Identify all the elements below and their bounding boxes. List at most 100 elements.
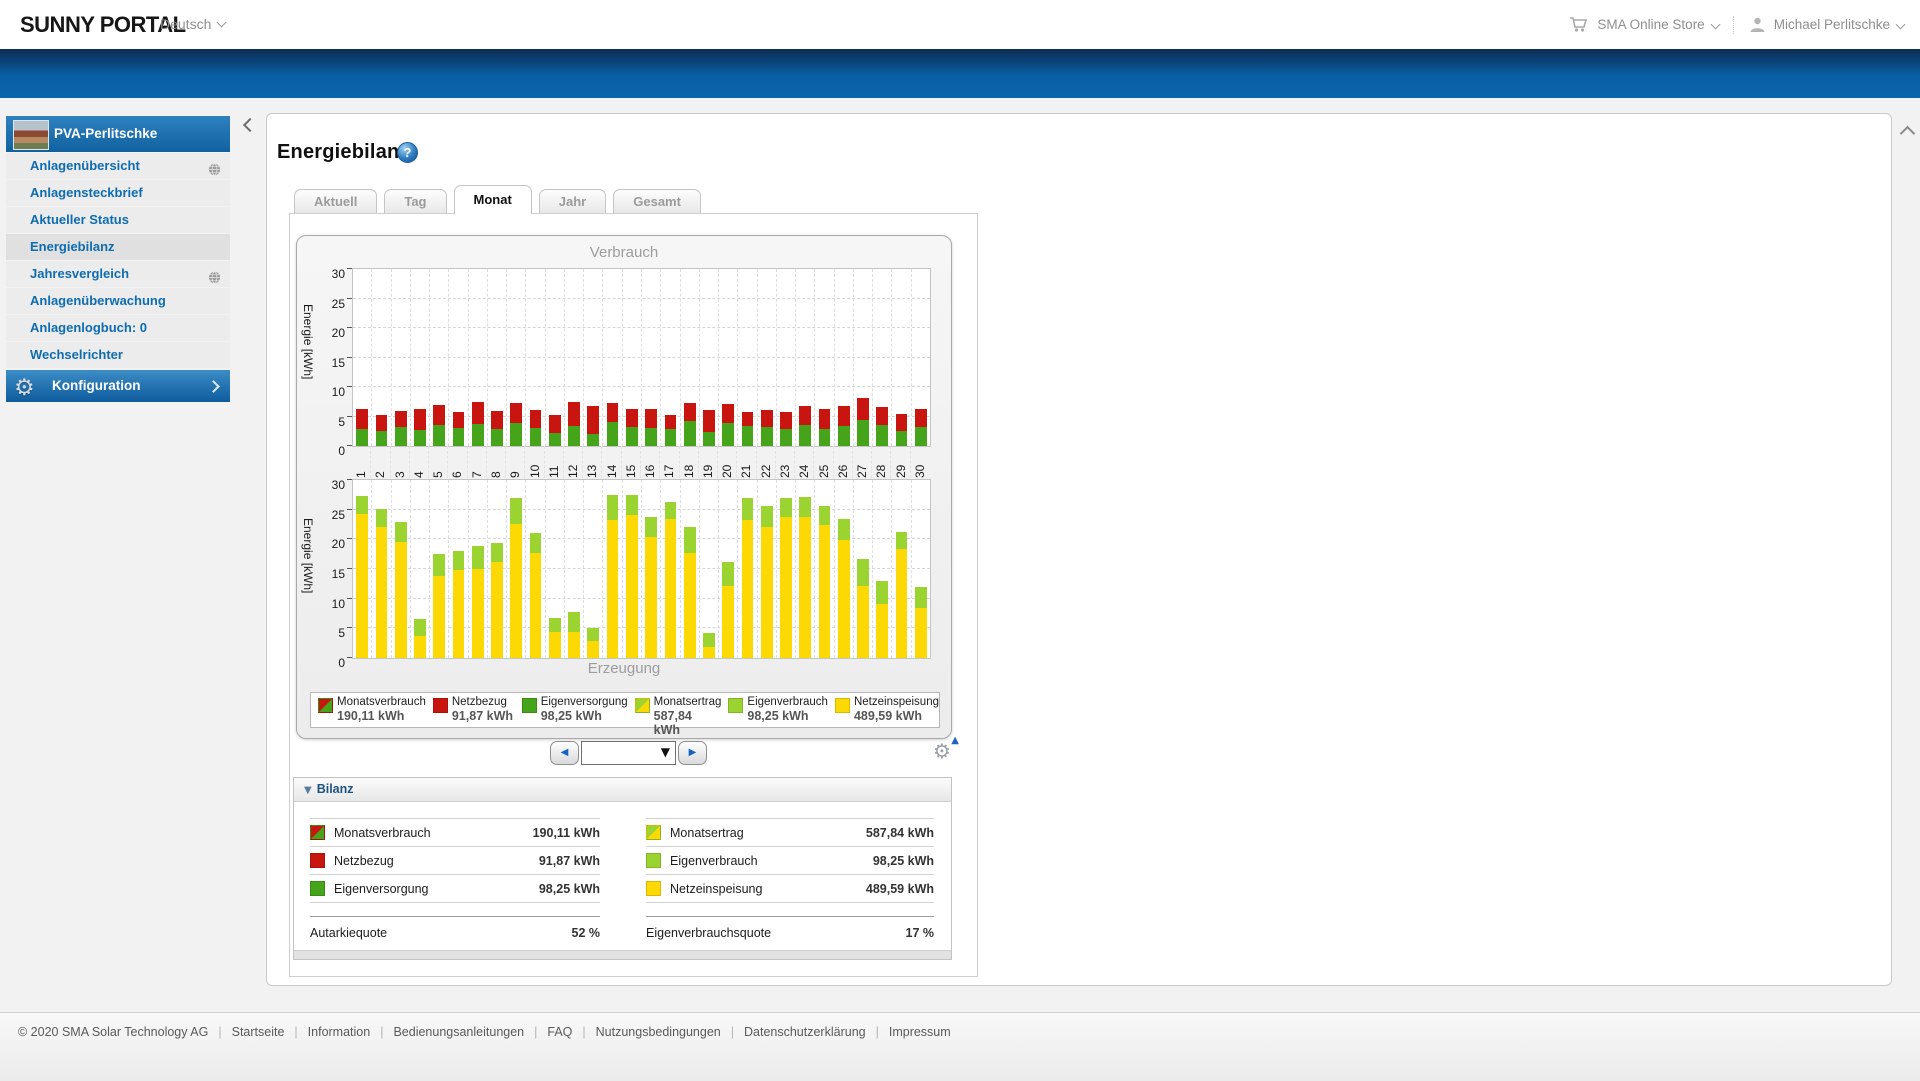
sidebar-item-energiebilanz[interactable]: Energiebilanz [6,234,230,260]
bar-segment-netzbezug [453,412,465,428]
footer-link-faq[interactable]: FAQ [547,1025,572,1039]
stacked-bar [876,269,888,446]
previous-month-button[interactable]: ◀ [550,741,579,765]
collapse-sidebar-button[interactable] [240,116,258,134]
bilanz-row-label: Monatsverbrauch [334,826,533,840]
help-icon[interactable]: ? [397,142,418,163]
footer-copyright: © 2020 SMA Solar Technology AG [18,1025,208,1039]
bar-segment-netzeinspeisung [799,517,811,658]
bilanz-row-netzeinspeisung: Netzeinspeisung489,59 kWh [646,875,934,903]
stacked-bar [876,480,888,658]
bar-segment-eigenverbrauch [587,628,599,640]
language-selector[interactable]: Deutsch [160,16,225,32]
tab-monat[interactable]: Monat [454,185,532,214]
next-month-button[interactable]: ▶ [678,741,707,765]
legend-value: 91,87 kWh [452,709,515,723]
stacked-bar [684,480,696,658]
day-slot [622,480,641,658]
y-tick-label: 0 [307,444,345,458]
arrow-up-icon: ▲ [951,735,959,746]
footer-link-impressum[interactable]: Impressum [889,1025,951,1039]
bar-segment-netzbezug [915,409,927,427]
collapse-triangle-icon: ▼ [304,779,312,802]
bilanz-row-label: Netzbezug [334,854,539,868]
bar-segment-eigenversorgung [395,427,407,446]
bilanz-color-icon [310,881,325,896]
x-tick-label: 25 [817,449,831,478]
top-right-menu: SMA Online Store Michael Perlitschke [1569,0,1904,49]
legend-label: Eigenversorgung [541,696,628,708]
sidebar-item-anlagen-bersicht[interactable]: Anlagenübersicht [6,153,230,179]
footer-link-nutzungsbedingungen[interactable]: Nutzungsbedingungen [596,1025,721,1039]
footer-link-information[interactable]: Information [308,1025,371,1039]
day-slot [391,480,410,658]
y-tick-mark [347,327,352,328]
content-card: Energiebilanz ? AktuellTagMonatJahrGesam… [266,113,1892,986]
user-menu[interactable]: Michael Perlitschke [1749,16,1904,33]
day-slot [602,480,621,658]
bar-segment-netzeinspeisung [414,636,426,658]
day-slot [699,269,718,446]
sma-online-store-link[interactable]: SMA Online Store [1569,16,1718,33]
footer-link-datenschutzerkl-rung[interactable]: Datenschutzerklärung [744,1025,866,1039]
x-tick-label: 27 [855,449,869,478]
stacked-bar [414,269,426,446]
day-slot [410,269,429,446]
day-slot [545,480,564,658]
sidebar-item-label: Wechselrichter [30,347,123,362]
bar-segment-netzeinspeisung [838,540,850,658]
footer-link-bedienungsanleitungen[interactable]: Bedienungsanleitungen [393,1025,524,1039]
bar-segment-eigenverbrauch [645,517,657,537]
bar-segment-eigenverbrauch [761,506,773,527]
legend-label: Eigenverbrauch [747,696,828,708]
x-tick-cell: 10 [524,446,543,478]
chevron-down-icon [1710,20,1720,30]
sidebar-item-anlagen-berwachung[interactable]: Anlagenüberwachung [6,288,230,314]
plant-header[interactable]: PVA-Perlitschke [6,116,230,152]
bar-segment-eigenversorgung [491,429,503,446]
bar-segment-netzbezug [703,410,715,432]
bar-segment-netzbezug [510,403,522,423]
language-label: Deutsch [160,16,211,32]
tab-aktuell[interactable]: Aktuell [294,189,377,214]
sidebar-item-label: Jahresvergleich [30,266,129,281]
sidebar-item-jahresvergleich[interactable]: Jahresvergleich [6,261,230,287]
bar-segment-eigenversorgung [799,425,811,446]
tab-tag[interactable]: Tag [384,189,446,214]
x-tick-label: 4 [412,449,426,478]
day-slot [872,269,891,446]
erzeugung-plot: 051015202530 [352,479,931,659]
bars-layer [353,480,930,658]
stacked-bar [626,480,638,658]
bar-segment-eigenversorgung [645,428,657,446]
x-tick-label: 13 [585,449,599,478]
sidebar-item-anlagenlogbuch-0[interactable]: Anlagenlogbuch: 0 [6,315,230,341]
sidebar-item-konfiguration[interactable]: ⚙ Konfiguration [6,370,230,402]
day-slot [641,480,660,658]
y-tick-mark [347,386,352,387]
bilanz-color-icon [310,825,325,840]
bar-segment-netzbezug [433,405,445,426]
footer-links: © 2020 SMA Solar Technology AG|Startseit… [18,1025,951,1039]
sidebar-item-aktueller-status[interactable]: Aktueller Status [6,207,230,233]
x-tick-label: 12 [566,449,580,478]
bar-segment-eigenverbrauch [819,506,831,524]
stacked-bar [780,269,792,446]
bilanz-header[interactable]: ▼Bilanz [294,778,951,802]
legend-color-icon [522,698,537,713]
sidebar-item-wechselrichter[interactable]: Wechselrichter [6,342,230,368]
footer-link-startseite[interactable]: Startseite [232,1025,285,1039]
legend-color-icon [433,698,448,713]
stacked-bar [665,480,677,658]
x-tick-label: 23 [778,449,792,478]
chart-settings-button[interactable]: ⚙ ▲ [933,739,957,763]
tab-gesamt[interactable]: Gesamt [613,189,701,214]
sidebar-item-anlagensteckbrief[interactable]: Anlagensteckbrief [6,180,230,206]
bilanz-quote-value: 17 % [906,926,935,940]
bar-segment-eigenverbrauch [453,551,465,570]
bilanz-quote-label: Autarkiequote [310,926,572,940]
tab-jahr[interactable]: Jahr [539,189,606,214]
scroll-top-button[interactable] [1899,122,1917,140]
day-slot [872,480,891,658]
month-select[interactable]: ▼ [581,741,676,765]
